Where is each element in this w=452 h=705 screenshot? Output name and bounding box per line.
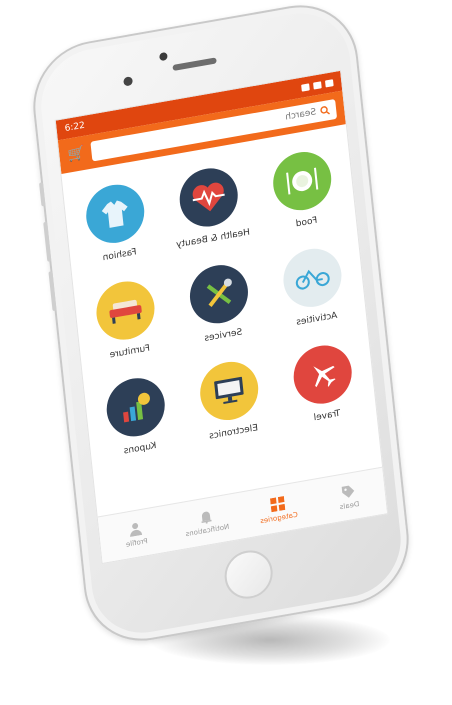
category-label: Activities <box>295 310 338 328</box>
speaker-grill <box>172 57 217 71</box>
plate-icon <box>270 147 335 215</box>
category-health-beauty[interactable]: Health & Beauty <box>167 162 253 251</box>
category-activities[interactable]: Activities <box>271 242 357 331</box>
user-icon <box>129 522 142 537</box>
tab-deals[interactable]: Deals <box>318 479 380 514</box>
home-button[interactable] <box>222 546 276 603</box>
category-kupons[interactable]: Kupons <box>94 372 180 461</box>
bicycle-icon <box>280 244 345 312</box>
category-fashion[interactable]: Fashion <box>73 178 159 267</box>
search-placeholder: Search <box>284 107 317 123</box>
cart-icon[interactable]: 🛒 <box>67 145 86 164</box>
search-icon <box>320 106 330 115</box>
tab-label: Categories <box>259 510 298 525</box>
heart-pulse-icon <box>176 163 241 232</box>
status-time: 6:22 <box>64 120 86 135</box>
category-label: Kupons <box>123 440 157 457</box>
signal-icon <box>324 78 334 87</box>
volume-down-button <box>48 271 57 312</box>
app-screen: 6:22 🛒 Search Fashion Health & Beauty Fo… <box>54 69 389 565</box>
monitor-icon <box>197 357 262 425</box>
sofa-icon <box>93 276 158 345</box>
category-grid: Fashion Health & Beauty Food Furniture S… <box>61 124 381 509</box>
tab-categories[interactable]: Categories <box>247 492 309 527</box>
bell-icon <box>201 511 212 524</box>
coupon-icon <box>103 373 168 441</box>
tab-label: Notifications <box>185 522 230 538</box>
status-icons <box>301 78 334 92</box>
wifi-icon <box>313 80 322 90</box>
category-food[interactable]: Food <box>260 146 346 235</box>
front-camera-icon <box>123 76 133 87</box>
camera-icon <box>159 51 168 62</box>
category-label: Furniture <box>109 343 151 361</box>
shirt-icon <box>83 180 148 248</box>
category-electronics[interactable]: Electronics <box>187 356 273 445</box>
category-furniture[interactable]: Furniture <box>84 275 170 364</box>
category-label: Travel <box>313 408 341 424</box>
category-label: Food <box>295 215 318 230</box>
tag-icon <box>341 485 355 498</box>
category-label: Health & Beauty <box>175 227 251 251</box>
tab-label: Profile <box>125 536 148 549</box>
category-label: Electronics <box>208 423 259 442</box>
category-label: Services <box>203 327 243 344</box>
tools-icon <box>187 260 251 328</box>
tab-label: Deals <box>339 499 361 511</box>
tab-profile[interactable]: Profile <box>105 516 167 551</box>
phone-device: 6:22 🛒 Search Fashion Health & Beauty Fo… <box>27 0 415 651</box>
airplane-icon <box>290 340 355 409</box>
category-services[interactable]: Services <box>177 259 263 348</box>
volume-up-button <box>43 221 52 262</box>
battery-icon <box>301 82 310 92</box>
category-label: Fashion <box>102 247 138 264</box>
category-travel[interactable]: Travel <box>281 339 367 428</box>
mute-switch <box>39 182 46 207</box>
grid-icon <box>269 495 286 512</box>
tab-notifications[interactable]: Notifications <box>176 504 238 539</box>
